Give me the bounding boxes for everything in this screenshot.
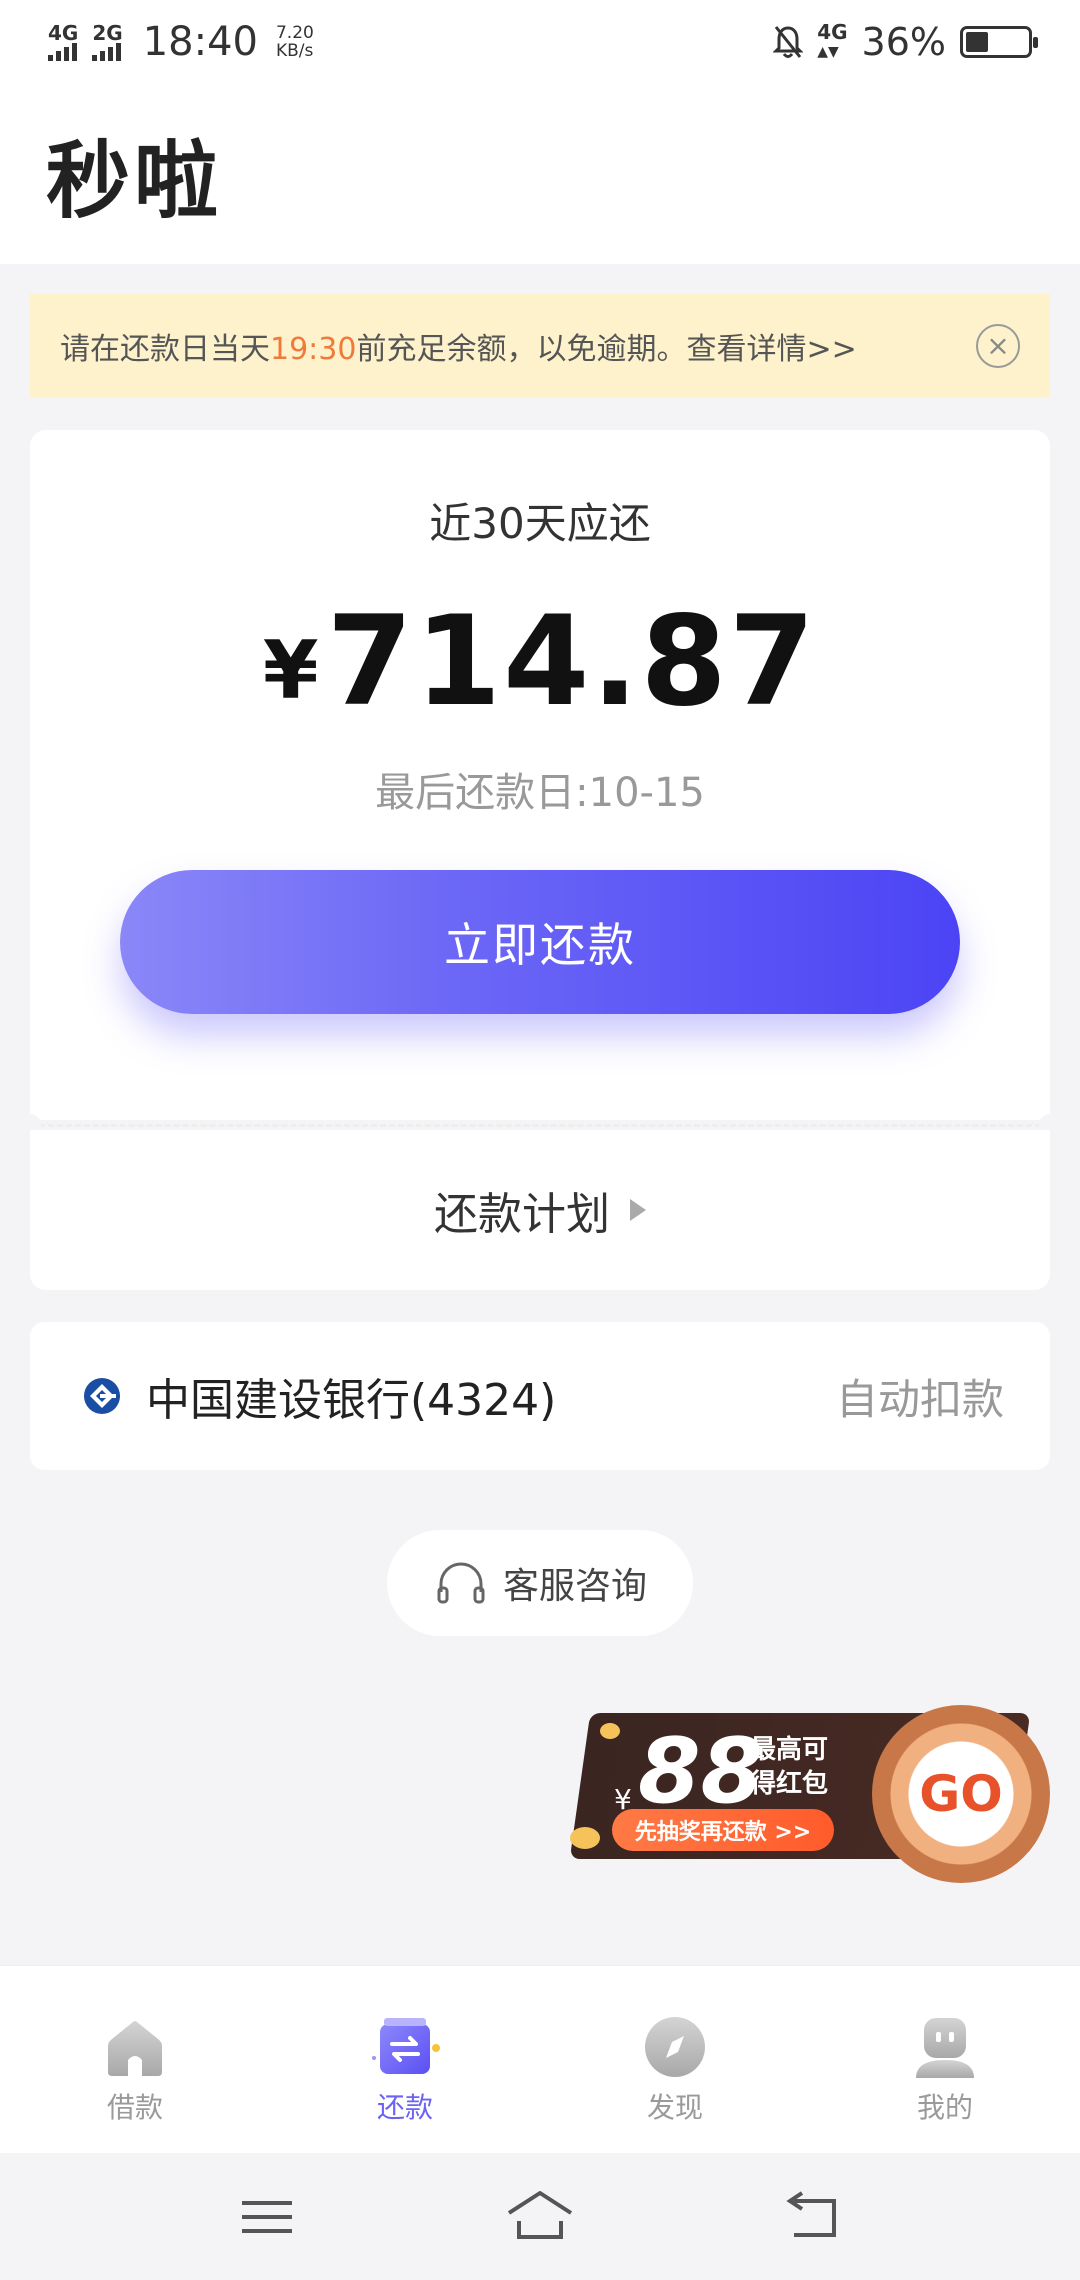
tab-loan[interactable]: 借款	[0, 1966, 270, 2153]
status-bar: 4G 2G 18:40 7.20 KB/s 4G ▲▼ 36%	[0, 0, 1080, 84]
back-icon[interactable]	[778, 2187, 848, 2247]
tab-mine[interactable]: 我的	[810, 1966, 1080, 2153]
go-button[interactable]: GO	[872, 1705, 1050, 1883]
notice-suffix[interactable]: 前充足余额，以免逾期。查看详情>>	[356, 332, 856, 367]
due-label: 近30天应还	[429, 499, 651, 548]
headset-icon	[437, 1562, 485, 1604]
currency-symbol: ¥	[262, 624, 319, 717]
bottom-tab-bar: 借款 还款 发现 我的	[0, 1965, 1080, 2153]
notice-time: 19:30	[270, 332, 357, 367]
due-amount: ¥714.87	[30, 590, 1050, 734]
tab-label: 发现	[646, 2091, 703, 2124]
promo-lottery-label: 先抽奖再还款 >>	[612, 1809, 834, 1851]
repay-icon	[372, 2018, 440, 2074]
signal-2g-icon: 2G	[92, 21, 123, 61]
network-type-1: 4G	[48, 21, 79, 45]
promo-line-1: 最高可	[750, 1735, 829, 1765]
coin-icon	[570, 1827, 600, 1849]
tab-label: 借款	[106, 2091, 163, 2124]
compass-icon	[645, 2017, 705, 2077]
tab-label: 还款	[376, 2091, 433, 2124]
network-type-right: 4G	[817, 20, 848, 44]
profile-icon	[916, 2018, 974, 2078]
tab-discover[interactable]: 发现	[540, 1966, 810, 2153]
repayment-plan-link[interactable]: 还款计划	[30, 1130, 1050, 1290]
red-packet-promo-banner[interactable]: ¥ 88 最高可 得红包 先抽奖再还款 >> GO	[560, 1705, 1050, 1883]
battery-icon	[960, 26, 1038, 58]
plan-label: 还款计划	[434, 1189, 610, 1240]
dashed-divider	[30, 1124, 1050, 1127]
network-speed: 7.20 KB/s	[276, 24, 314, 60]
play-arrow-icon	[630, 1199, 646, 1221]
auto-debit-label: 自动扣款	[835, 1374, 1004, 1424]
tab-label: 我的	[916, 2091, 973, 2124]
repayment-card: 近30天应还 ¥714.87 最后还款日:10-15 立即还款	[30, 430, 1050, 1120]
menu-icon[interactable]	[232, 2187, 302, 2247]
promo-text: 最高可 得红包	[750, 1733, 828, 1801]
signal-4g-icon: 4G	[48, 23, 78, 61]
customer-service-button[interactable]: 客服咨询	[387, 1530, 693, 1636]
app-title: 秒啦	[46, 131, 223, 230]
speed-unit: KB/s	[275, 41, 314, 61]
home-nav-icon[interactable]	[505, 2187, 575, 2247]
promo-line-2: 得红包	[750, 1769, 829, 1799]
coin-icon	[600, 1723, 620, 1739]
signal-4g-right-icon: 4G ▲▼	[817, 20, 848, 60]
speed-value: 7.20	[275, 23, 314, 43]
bank-name: 中国建设银行(4324)	[146, 1375, 557, 1426]
notice-prefix: 请在还款日当天	[60, 332, 270, 367]
repayment-notice[interactable]: 请在还款日当天19:30前充足余额，以免逾期。查看详情>> ×	[30, 294, 1050, 398]
mute-bell-icon	[773, 26, 804, 58]
tab-repay[interactable]: 还款	[270, 1966, 540, 2153]
network-type-2: 2G	[92, 21, 123, 45]
amount-value: 714.87	[326, 590, 818, 734]
app-header: 秒啦	[0, 84, 1080, 264]
service-label: 客服咨询	[502, 1566, 647, 1607]
system-nav-bar	[0, 2153, 1080, 2280]
ccb-bank-logo-icon	[84, 1378, 120, 1414]
home-icon	[108, 2021, 162, 2076]
last-due-date: 最后还款日:10-15	[375, 770, 705, 816]
repay-now-button[interactable]: 立即还款	[120, 870, 960, 1014]
clock: 18:40	[142, 19, 258, 65]
battery-percent: 36%	[861, 20, 946, 64]
notice-text: 请在还款日当天19:30前充足余额，以免逾期。查看详情>>	[60, 324, 857, 368]
bank-card-row[interactable]: 中国建设银行(4324) 自动扣款	[30, 1322, 1050, 1470]
close-icon[interactable]: ×	[976, 324, 1020, 368]
